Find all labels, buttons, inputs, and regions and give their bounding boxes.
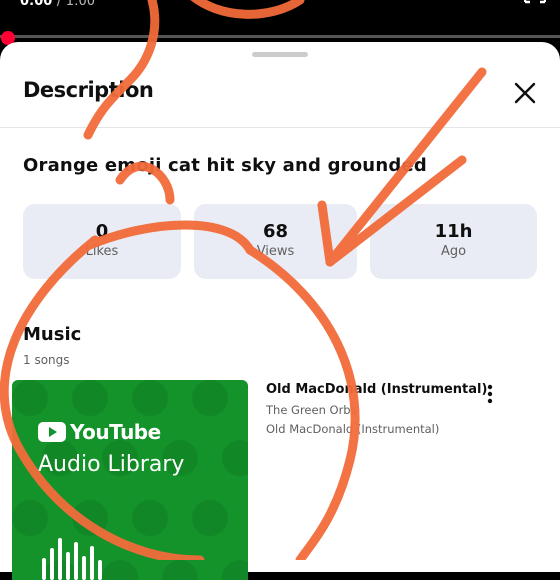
thumbnail-brand: YouTube <box>70 420 161 444</box>
divider <box>0 127 560 128</box>
description-sheet: Description Orange emoji cat hit sky and… <box>0 42 560 580</box>
song-thumbnail[interactable]: YouTube Audio Library <box>12 380 248 580</box>
youtube-logo: YouTube <box>38 420 161 444</box>
stat-views: 68 Views <box>194 204 357 279</box>
stat-label: Likes <box>85 244 119 259</box>
stat-value: 11h <box>434 221 473 242</box>
time-readout: 0:00 / 1:00 <box>20 0 95 9</box>
music-song-count: 1 songs <box>23 353 70 367</box>
thumbnail-caption: Audio Library <box>38 452 185 477</box>
stat-likes: 0 Likes <box>23 204 181 279</box>
song-artist[interactable]: The Green Orbs <box>266 403 357 417</box>
song-title[interactable]: Old MacDonald (Instrumental) <box>266 382 487 397</box>
time-separator: / <box>56 0 62 9</box>
song-album: Old MacDonald (Instrumental) <box>266 422 440 436</box>
stat-value: 0 <box>95 221 109 242</box>
close-icon[interactable] <box>510 78 540 108</box>
duration: 1:00 <box>65 0 95 9</box>
progress-track[interactable] <box>0 35 560 38</box>
stat-ago: 11h Ago <box>370 204 537 279</box>
drag-handle[interactable] <box>252 52 308 57</box>
video-player-bar: 0:00 / 1:00 <box>0 0 560 45</box>
youtube-play-icon <box>38 422 66 442</box>
stat-label: Views <box>256 244 295 259</box>
video-title: Orange emoji cat hit sky and grounded <box>23 155 427 176</box>
current-time: 0:00 <box>20 0 53 9</box>
sheet-title: Description <box>23 78 154 102</box>
thumbnail-pattern <box>12 380 248 580</box>
stat-label: Ago <box>440 244 467 259</box>
music-section-title: Music <box>23 324 82 345</box>
stat-value: 68 <box>262 221 289 242</box>
fullscreen-icon[interactable] <box>524 0 546 8</box>
more-vert-icon[interactable] <box>480 383 500 405</box>
